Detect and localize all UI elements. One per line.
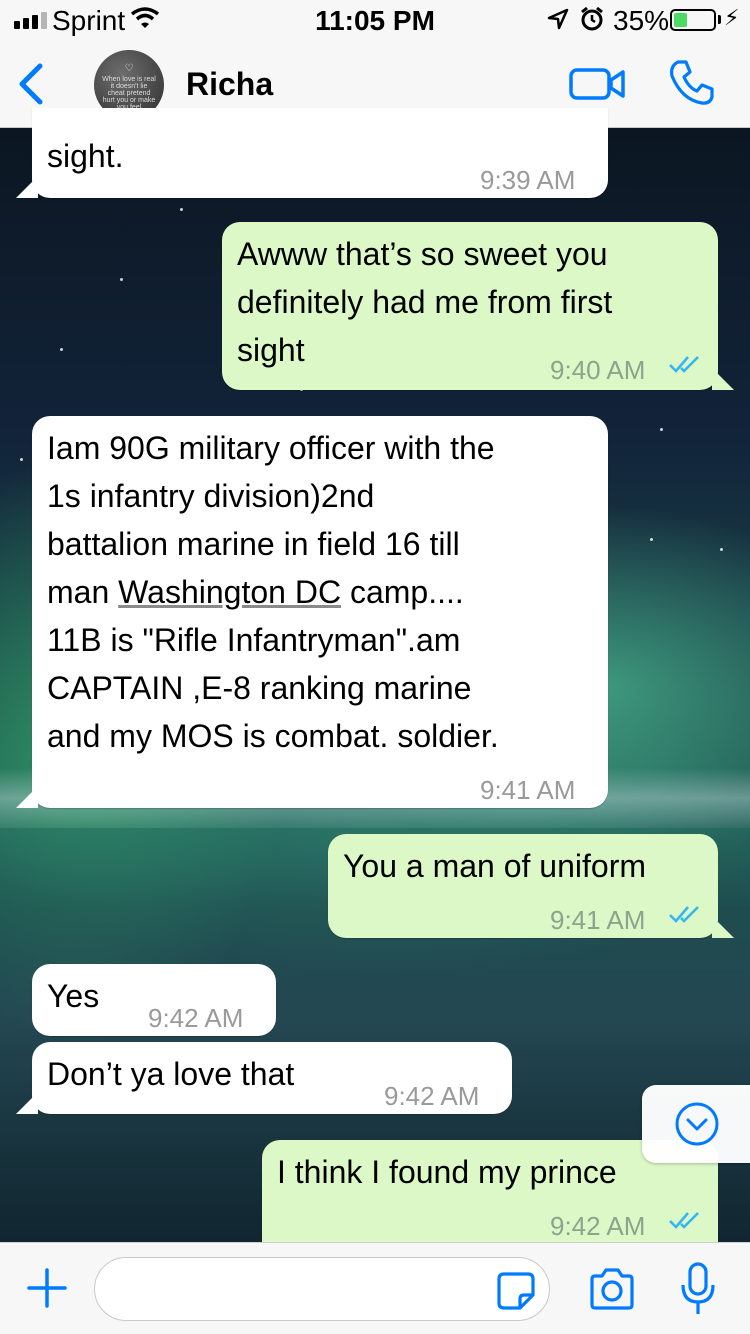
message-time: 9:42 AM (148, 1003, 244, 1033)
star (60, 348, 63, 351)
read-ticks-icon (669, 1212, 699, 1229)
location-arrow-icon (547, 8, 569, 30)
message-text: Iam 90G military officer with the (47, 430, 495, 466)
message-time: 9:41 AM (480, 775, 576, 805)
star (660, 428, 663, 431)
composer-bar (0, 1242, 750, 1334)
phone-call-icon[interactable] (666, 58, 716, 108)
address-link[interactable]: Washington DC (118, 574, 341, 610)
message-text: sight (237, 332, 305, 368)
message-time: 9:40 AM (550, 355, 646, 385)
plus-icon[interactable] (26, 1267, 68, 1309)
message-incoming[interactable]: Don’t ya love that 9:42 AM (32, 1042, 512, 1114)
message-time: 9:42 AM (384, 1081, 480, 1111)
video-call-icon[interactable] (568, 64, 628, 104)
star (120, 278, 123, 281)
message-outgoing[interactable]: You a man of uniform 9:41 AM (328, 834, 718, 938)
message-text: 11B is "Rifle Infantryman".am (47, 622, 461, 658)
message-text: camp.... (341, 574, 464, 610)
message-incoming[interactable]: sight. 9:39 AM (32, 108, 608, 198)
message-text: Yes (47, 978, 100, 1014)
microphone-icon[interactable] (678, 1261, 718, 1317)
message-text: sight. (47, 138, 124, 174)
star (720, 548, 723, 551)
read-ticks-icon (669, 906, 699, 923)
message-incoming[interactable]: Yes 9:42 AM (32, 964, 276, 1036)
message-time: 9:41 AM (550, 905, 646, 935)
message-text: man (47, 574, 119, 610)
read-ticks-icon (669, 356, 699, 373)
message-outgoing[interactable]: Awww that’s so sweet you definitely had … (222, 222, 718, 390)
scroll-down-chevron-icon (675, 1102, 719, 1146)
message-time: 9:39 AM (480, 165, 576, 195)
message-text-line: man Washington DC camp.... (47, 568, 464, 616)
status-bar: Sprint 11:05 PM 35% ⚡︎ (0, 0, 750, 40)
battery-percent: 35% (613, 5, 670, 36)
message-text: You a man of uniform (343, 848, 646, 884)
battery-fill (674, 13, 687, 27)
message-text: I think I found my prince (277, 1154, 617, 1190)
message-text: battalion marine in field 16 till (47, 526, 460, 562)
heart-icon: ♡ (124, 63, 134, 74)
message-text: definitely had me from first (237, 284, 613, 320)
message-incoming[interactable]: Iam 90G military officer with the 1s inf… (32, 416, 608, 808)
message-text: Awww that’s so sweet you (237, 236, 608, 272)
message-text: Don’t ya love that (47, 1056, 295, 1092)
camera-icon[interactable] (588, 1267, 636, 1311)
message-text: and my MOS is combat. soldier. (47, 718, 499, 754)
alarm-icon (581, 6, 603, 31)
back-chevron-icon[interactable] (14, 60, 50, 108)
scroll-to-bottom-button[interactable] (642, 1085, 750, 1163)
star (20, 458, 23, 461)
message-text: 1s infantry division)2nd (47, 478, 375, 514)
battery-tip (718, 15, 721, 24)
star (650, 538, 653, 541)
message-text: CAPTAIN ,E-8 ranking marine (47, 670, 472, 706)
star (180, 208, 183, 211)
sticker-icon[interactable] (496, 1271, 536, 1311)
message-input[interactable] (94, 1257, 550, 1321)
charging-bolt-icon: ⚡︎ (724, 5, 740, 30)
battery-icon (670, 9, 716, 31)
contact-name[interactable]: Richa (186, 66, 273, 103)
